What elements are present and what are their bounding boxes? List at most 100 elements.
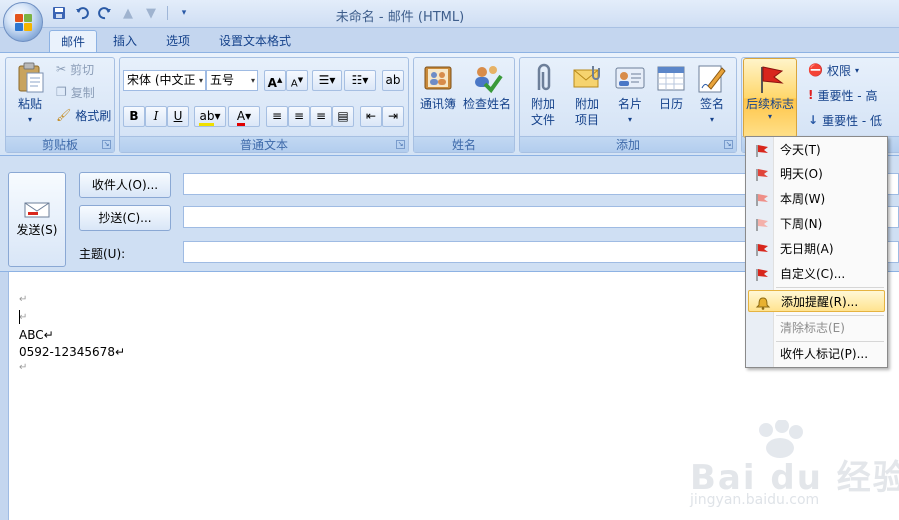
office-button[interactable] xyxy=(3,2,43,42)
check-names-label: 检查姓名 xyxy=(462,97,511,111)
align-center-button[interactable]: ≡ xyxy=(288,106,310,127)
menu-item-no-date[interactable]: 无日期(A) xyxy=(748,238,885,260)
bullets-button[interactable]: ☰▾ xyxy=(312,70,342,91)
menu-item-clear-flag[interactable]: 清除标志(E) xyxy=(748,317,885,339)
tab-mail[interactable]: 邮件 xyxy=(49,30,97,53)
red-flag-icon xyxy=(754,63,786,95)
cut-button[interactable]: ✂ 剪切 xyxy=(56,60,94,78)
body-line: ↵ xyxy=(19,294,28,305)
font-name-combo[interactable]: 宋体 (中文正 ▾ xyxy=(123,70,206,91)
permission-icon: ⛔ xyxy=(808,63,823,77)
font-size-combo[interactable]: 五号 ▾ xyxy=(206,70,258,91)
check-names-button[interactable]: 检查姓名 xyxy=(460,62,514,112)
send-button[interactable]: 发送(S) xyxy=(8,172,66,267)
align-left-button[interactable]: ≡ xyxy=(266,106,288,127)
high-importance-label: 重要性 - 高 xyxy=(817,88,878,103)
attach-item-button[interactable]: 附加项目 xyxy=(566,62,608,128)
grow-font-button[interactable]: A▲ xyxy=(264,70,286,91)
menu-item-label: 清除标志(E) xyxy=(780,321,845,335)
dialog-launcher-icon[interactable]: ↘ xyxy=(724,140,733,149)
underline-button[interactable]: U xyxy=(167,106,189,127)
justify-button[interactable]: ▤ xyxy=(332,106,354,127)
low-importance-button[interactable]: ↓ 重要性 - 低 xyxy=(808,111,882,129)
align-right-button[interactable]: ≡ xyxy=(310,106,332,127)
menu-item-flag-for-recipients[interactable]: 收件人标记(P)... xyxy=(748,343,885,365)
signature-label: 签名 xyxy=(699,97,724,111)
paste-button[interactable]: 粘贴 ▾ xyxy=(10,62,50,128)
bold-button[interactable]: B xyxy=(123,106,145,127)
menu-item-tomorrow[interactable]: 明天(O) xyxy=(748,163,885,185)
pink-flag-icon xyxy=(754,192,770,206)
chevron-down-icon: ▾ xyxy=(767,112,772,121)
cc-button[interactable]: 抄送(C)... xyxy=(79,205,171,231)
brush-icon: 🖌 xyxy=(56,108,72,122)
ribbon-tabs: 邮件 插入 选项 设置文本格式 xyxy=(0,28,899,53)
tab-format-text[interactable]: 设置文本格式 xyxy=(210,30,300,53)
followup-button[interactable]: 后续标志 ▾ xyxy=(743,58,797,138)
address-book-button[interactable]: 通讯簿 xyxy=(416,62,460,112)
calendar-button[interactable]: 日历 xyxy=(652,62,690,112)
office-logo-icon xyxy=(15,14,33,32)
numbering-button[interactable]: ☷▾ xyxy=(344,70,376,91)
watermark-url: jingyan.baidu.com xyxy=(690,492,820,508)
tab-options[interactable]: 选项 xyxy=(156,30,200,53)
subject-label: 主题(U): xyxy=(79,247,126,261)
menu-item-label: 自定义(C)... xyxy=(780,267,846,281)
increase-indent-button[interactable]: ⇥ xyxy=(382,106,404,127)
highlight-button[interactable]: ab▾ xyxy=(194,106,226,127)
text-cursor xyxy=(19,310,20,324)
format-painter-button[interactable]: 🖌 格式刷 xyxy=(56,106,111,124)
copy-label: 复制 xyxy=(70,85,95,100)
high-importance-button[interactable]: ! 重要性 - 高 xyxy=(808,86,877,104)
group-include: 附加文件 附加项目 名片 ▾ 日历 签名 ▾ 添加 ↘ xyxy=(519,57,737,153)
menu-item-label: 收件人标记(P)... xyxy=(780,347,869,361)
red-flag-icon xyxy=(754,242,770,256)
shrink-font-button[interactable]: A▼ xyxy=(286,70,308,91)
tab-insert[interactable]: 插入 xyxy=(104,30,146,53)
chevron-down-icon: ▾ xyxy=(250,76,255,85)
highlighter-icon: ab xyxy=(199,109,215,126)
red-flag-icon xyxy=(754,267,770,281)
red-flag-icon xyxy=(754,143,770,157)
copy-icon: ❐ xyxy=(56,85,67,99)
body-line: 0592-12345678↵ xyxy=(19,345,126,359)
signature-button[interactable]: 签名 ▾ xyxy=(692,62,732,128)
menu-item-today[interactable]: 今天(T) xyxy=(748,139,885,161)
down-arrow-icon: ↓ xyxy=(808,113,819,127)
group-clipboard-label: 剪贴板 xyxy=(6,136,114,152)
menu-item-add-reminder[interactable]: 添加提醒(R)... xyxy=(748,290,885,312)
to-button[interactable]: 收件人(O)... xyxy=(79,172,171,198)
paste-dropdown-icon: ▾ xyxy=(27,115,32,124)
body-line: ABC↵ xyxy=(19,328,54,342)
menu-item-next-week[interactable]: 下周(N) xyxy=(748,213,885,235)
window-title: 未命名 - 邮件 (HTML) xyxy=(335,10,465,25)
decrease-indent-button[interactable]: ⇤ xyxy=(360,106,382,127)
attach-file-button[interactable]: 附加文件 xyxy=(522,62,564,128)
menu-item-custom[interactable]: 自定义(C)... xyxy=(748,263,885,285)
address-book-icon xyxy=(422,62,454,94)
dialog-launcher-icon[interactable]: ↘ xyxy=(396,140,405,149)
business-card-label: 名片 xyxy=(617,97,642,111)
signature-icon xyxy=(696,62,728,94)
title-bar: ▲ ▼ ▾ 未命名 - 邮件 (HTML) xyxy=(0,0,899,28)
group-include-label: 添加 xyxy=(520,136,736,152)
copy-button[interactable]: ❐ 复制 xyxy=(56,83,95,101)
bell-icon xyxy=(755,295,771,310)
attach-item-icon xyxy=(571,62,603,94)
business-card-button[interactable]: 名片 ▾ xyxy=(610,62,650,128)
font-name-value: 宋体 (中文正 xyxy=(127,73,196,87)
styles-icon[interactable]: ab xyxy=(382,70,404,91)
format-painter-label: 格式刷 xyxy=(75,108,112,123)
menu-item-label: 无日期(A) xyxy=(780,242,834,256)
menu-item-this-week[interactable]: 本周(W) xyxy=(748,188,885,210)
italic-button[interactable]: I xyxy=(145,106,167,127)
dialog-launcher-icon[interactable]: ↘ xyxy=(102,140,111,149)
chevron-down-icon: ▾ xyxy=(627,115,632,124)
check-names-icon xyxy=(471,62,503,94)
watermark-logo: Bai du 经验 jingyan.baidu.com xyxy=(690,419,899,510)
permission-button[interactable]: ⛔ 权限 ▾ xyxy=(808,61,859,79)
font-color-button[interactable]: A▾ xyxy=(228,106,260,127)
followup-label: 后续标志 xyxy=(745,97,794,111)
body-line: ↵ xyxy=(19,362,28,373)
address-book-label: 通讯簿 xyxy=(419,97,456,111)
